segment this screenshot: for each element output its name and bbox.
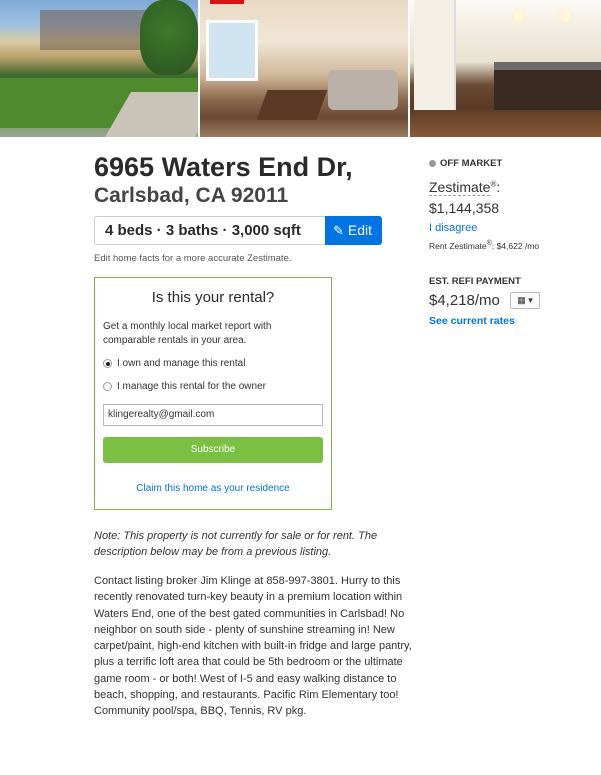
status-dot-icon: [429, 160, 436, 167]
home-facts: 4 beds · 3 baths · 3,000 sqft: [94, 216, 326, 245]
cabinets: [414, 0, 456, 110]
edit-label: Edit: [347, 222, 373, 238]
claim-home-link[interactable]: Claim this home as your residence: [95, 483, 331, 494]
photo-strip: [0, 0, 601, 137]
kitchen-island: [494, 70, 601, 110]
calculator-icon: ▦: [517, 295, 526, 305]
disagree-link[interactable]: I disagree: [429, 222, 477, 234]
see-rates-link[interactable]: See current rates: [429, 315, 515, 327]
radio-label: I manage this rental for the owner: [117, 381, 266, 392]
radio-button-selected[interactable]: [103, 359, 112, 368]
radio-option-own[interactable]: I own and manage this rental: [103, 358, 245, 369]
calculator-dropdown[interactable]: ▦ ▾: [510, 292, 540, 309]
photo-tag: [210, 0, 244, 4]
tree: [140, 0, 198, 75]
email-field[interactable]: klingerealty@gmail.com: [103, 404, 323, 426]
rental-card-description: Get a monthly local market report with c…: [103, 321, 272, 346]
zestimate-value: $1,144,358: [429, 200, 500, 216]
chevron-down-icon: ▾: [528, 295, 533, 305]
living-room-photo[interactable]: [200, 0, 408, 137]
coffee-table: [256, 90, 328, 120]
rental-card-title: Is this your rental?: [151, 289, 275, 306]
rent-zestimate: Rent Zestimate®: $4,622 /mo: [429, 239, 539, 251]
radio-button[interactable]: [103, 382, 112, 391]
subscribe-button[interactable]: Subscribe: [103, 437, 323, 463]
refi-label: EST. REFI PAYMENT: [429, 276, 521, 287]
pencil-icon: ✎: [333, 223, 344, 238]
radio-label: I own and manage this rental: [117, 358, 246, 369]
zestimate-label-text: Zestimate: [429, 179, 491, 196]
kitchen-photo[interactable]: [410, 0, 601, 137]
listing-note: Note: This property is not currently for…: [94, 530, 378, 558]
pendant-lamp: [514, 10, 524, 22]
address-line-2: Carlsbad, CA 92011: [94, 184, 289, 207]
address-line-1: 6965 Waters End Dr,: [94, 152, 353, 182]
pendant-lamp: [560, 10, 570, 22]
market-status-label: OFF MARKET: [440, 158, 503, 169]
rent-zestimate-label: Rent Zestimate: [429, 240, 487, 251]
zestimate-label[interactable]: Zestimate®:: [429, 179, 501, 196]
market-status: OFF MARKET: [429, 158, 502, 169]
zestimate-colon: :: [496, 179, 501, 195]
listing-description: Contact listing broker Jim Klinge at 858…: [94, 575, 412, 718]
rental-card: Is this your rental? Get a monthly local…: [94, 277, 332, 510]
exterior-photo[interactable]: [0, 0, 198, 137]
window: [206, 20, 258, 81]
rent-zestimate-value: : $4,622 /mo: [491, 240, 540, 251]
edit-facts-note: Edit home facts for a more accurate Zest…: [94, 253, 292, 264]
armchair: [328, 70, 398, 110]
refi-value: $4,218/mo: [429, 292, 500, 309]
radio-option-manage[interactable]: I manage this rental for the owner: [103, 381, 266, 392]
edit-facts-button[interactable]: ✎ Edit: [325, 216, 382, 245]
